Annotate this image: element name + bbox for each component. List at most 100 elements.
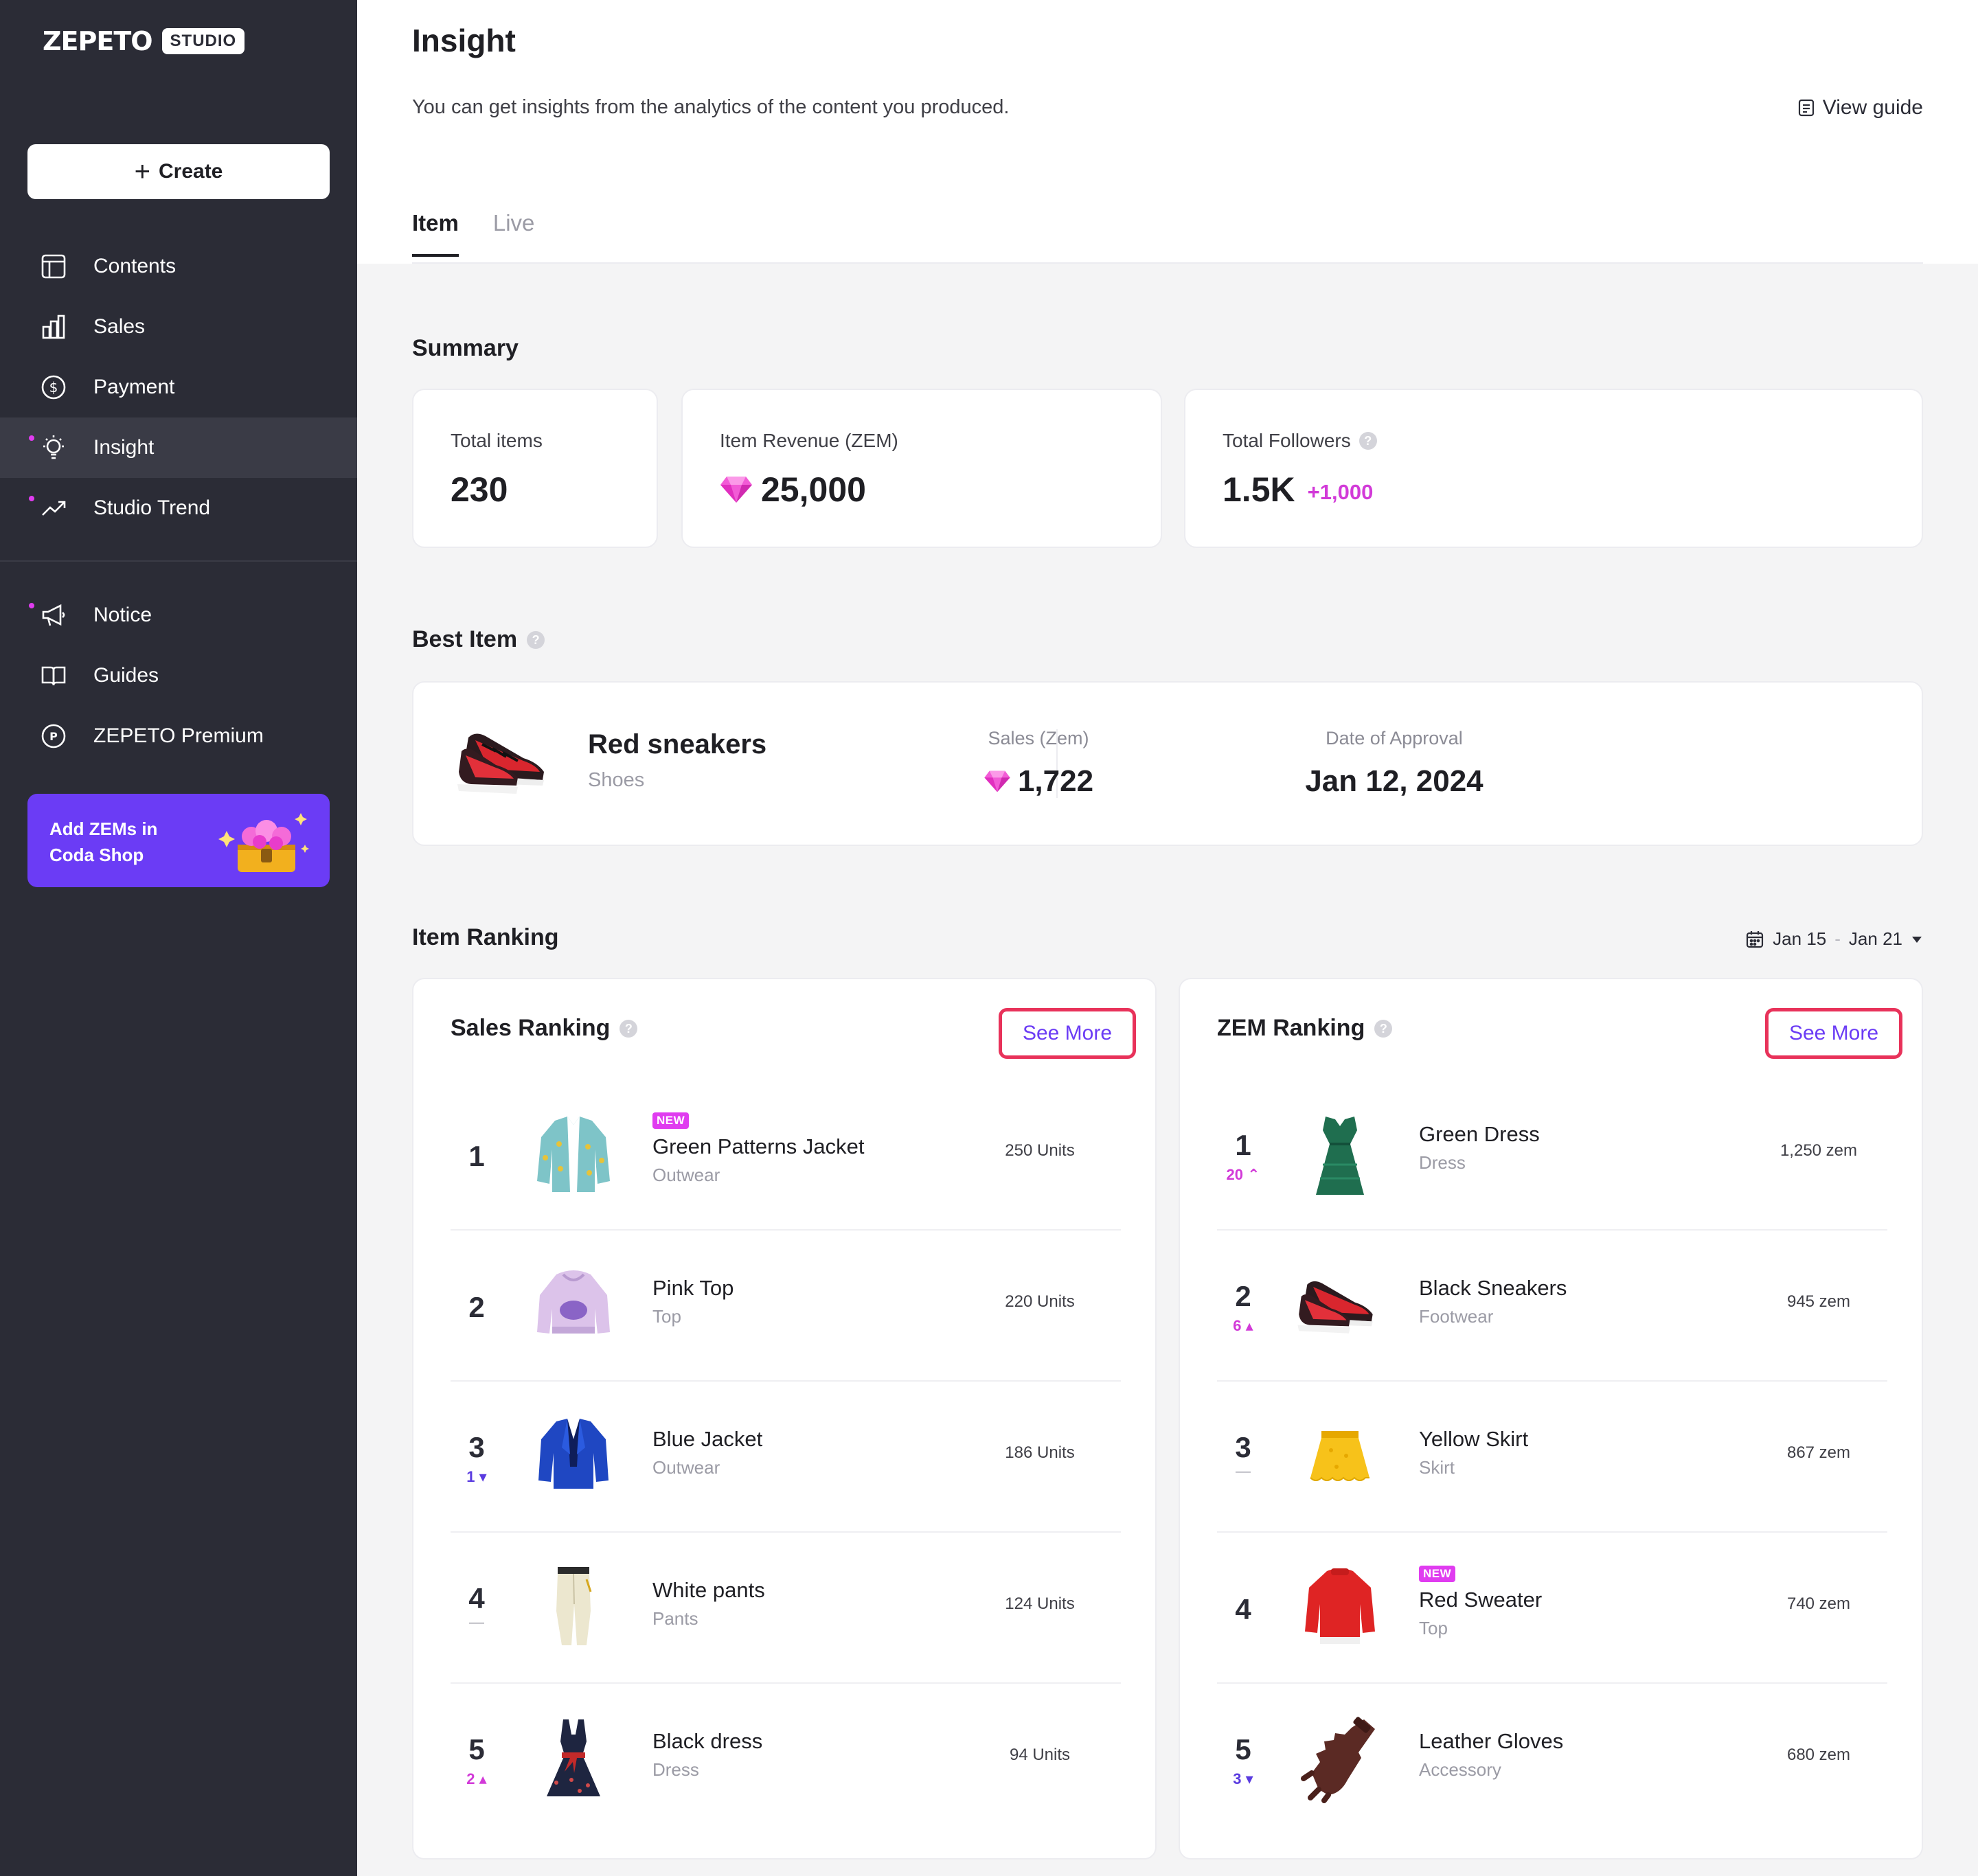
item-zem: 945 zem [1786, 1292, 1851, 1311]
black-dress-thumbnail [547, 1719, 600, 1796]
table-row[interactable]: 2 6 ▴ Black Sneakers Footwear 945 zem [1217, 1231, 1887, 1382]
new-badge: NEW [652, 1112, 690, 1129]
rank-number: 4 [468, 1582, 485, 1614]
sidebar-item-label: Guides [93, 664, 159, 687]
table-row[interactable]: 1 20 ⌃ Green Dress Dress 1,250 zem [1217, 1079, 1887, 1231]
sidebar-item-label: Contents [93, 255, 177, 277]
sales-see-more-button[interactable]: See More [999, 1008, 1136, 1059]
rank-number: 3 [1235, 1431, 1251, 1463]
book-icon [41, 666, 66, 686]
total-items-value: 230 [451, 470, 508, 509]
approval-date-value: Jan 12, 2024 [1305, 764, 1484, 798]
zem-see-more-button[interactable]: See More [1765, 1008, 1902, 1059]
table-row[interactable]: 1 NEW Green Patterns Jacket Outwear 250 … [451, 1079, 1121, 1231]
help-icon[interactable]: ? [619, 1019, 638, 1038]
best-item-name: Red sneakers [588, 729, 767, 759]
tab-live[interactable]: Live [493, 210, 535, 257]
sidebar-item-payment[interactable]: $ Payment [0, 357, 357, 417]
best-item-card[interactable]: Red sneakers Shoes Sales (Zem) 1,722 Dat… [412, 681, 1923, 846]
sidebar-item-label: Insight [93, 436, 155, 459]
sidebar-item-label: Studio Trend [93, 496, 211, 519]
black-sneakers-thumbnail [1297, 1281, 1373, 1334]
sales-zem-label: Sales (Zem) [988, 728, 1089, 748]
sidebar-item-premium[interactable]: P ZEPETO Premium [0, 706, 357, 766]
sidebar-item-sales[interactable]: Sales [0, 297, 357, 357]
trend-icon [42, 501, 66, 516]
sidebar-item-studio-trend[interactable]: Studio Trend [0, 478, 357, 538]
rank-change-same: — [469, 1614, 484, 1631]
item-units: 94 Units [1009, 1746, 1071, 1764]
sidebar-item-insight[interactable]: Insight [0, 417, 357, 478]
date-separator: - [1834, 928, 1841, 949]
table-row[interactable]: 4 NEW Red Sweater Top 740 zem [1217, 1533, 1887, 1684]
item-name: Yellow Skirt [1419, 1427, 1529, 1451]
red-sneakers-thumbnail [457, 733, 544, 794]
tab-item[interactable]: Item [412, 210, 459, 257]
blue-jacket-thumbnail [538, 1419, 609, 1489]
item-name: Pink Top [652, 1276, 734, 1300]
table-row[interactable]: 5 3 ▾ Leather Gloves Accessory 680 zem [1217, 1684, 1887, 1835]
sidebar-item-contents[interactable]: Contents [0, 236, 357, 297]
logo-badge: STUDIO [161, 28, 245, 54]
rank-number: 5 [1235, 1733, 1251, 1765]
approval-date-label: Date of Approval [1326, 728, 1463, 748]
item-zem: 867 zem [1786, 1443, 1851, 1462]
plus-icon: + [134, 157, 150, 187]
table-row[interactable]: 4 — White pants Pants 124 Units [451, 1533, 1121, 1684]
total-followers-value: 1.5K [1223, 470, 1295, 509]
sidebar-item-notice[interactable]: Notice [0, 585, 357, 645]
sidebar-item-guides[interactable]: Guides [0, 645, 357, 706]
item-name: Red Sweater [1419, 1588, 1543, 1612]
table-row[interactable]: 2 Pink Top Top 220 Units [451, 1231, 1121, 1382]
create-button-label: Create [158, 160, 223, 183]
sidebar-item-label: Payment [93, 376, 175, 398]
notification-dot [29, 496, 34, 501]
view-guide-link[interactable]: View guide [1797, 96, 1923, 119]
best-item-sales: Sales (Zem) 1,722 [901, 728, 1176, 799]
rank-number: 3 [468, 1431, 485, 1463]
tab-divider [412, 262, 1923, 264]
create-button[interactable]: + Create [27, 144, 330, 199]
logo-wordmark: ZEPETO [43, 26, 153, 56]
help-icon[interactable]: ? [1374, 1019, 1393, 1038]
item-units: 250 Units [1005, 1141, 1075, 1160]
rank-change-up: 6 ▴ [1233, 1317, 1253, 1334]
table-row[interactable]: 3 1 ▾ Blue Jacket Outwear 186 Units [451, 1382, 1121, 1533]
item-units: 124 Units [1005, 1594, 1075, 1613]
item-name: Leather Gloves [1419, 1729, 1564, 1753]
sales-ranking-title-text: Sales Ranking [451, 1015, 611, 1041]
new-badge: NEW [1419, 1566, 1456, 1582]
item-category: Top [652, 1306, 681, 1327]
followers-delta: +1,000 [1307, 480, 1374, 504]
pink-top-thumbnail [537, 1270, 610, 1334]
rank-number: 2 [468, 1291, 485, 1323]
megaphone-icon [42, 604, 65, 626]
date-start: Jan 15 [1773, 928, 1827, 949]
rank-change-up: 20 ⌃ [1226, 1166, 1260, 1183]
coda-shop-promo-banner[interactable]: Add ZEMs in Coda Shop [27, 794, 330, 887]
help-icon[interactable]: ? [1359, 432, 1377, 450]
item-category: Outwear [652, 1165, 720, 1185]
best-item-title-text: Best Item [412, 626, 518, 652]
total-followers-card: Total Followers ? 1.5K +1,000 [1184, 389, 1923, 548]
item-name: Blue Jacket [652, 1427, 763, 1451]
item-category: Top [1419, 1618, 1448, 1638]
table-row[interactable]: 5 2 ▴ Black dress Dress 94 Units [451, 1684, 1121, 1835]
caret-down-icon [1912, 936, 1922, 943]
best-item-approval: Date of Approval Jan 12, 2024 [1257, 728, 1532, 799]
zepeto-studio-logo[interactable]: ZEPETO STUDIO [43, 26, 245, 56]
total-followers-label: Total Followers [1223, 430, 1351, 451]
help-icon[interactable]: ? [527, 630, 545, 649]
item-name: Green Dress [1419, 1122, 1540, 1146]
item-name: Black dress [652, 1729, 763, 1753]
item-category: Footwear [1419, 1306, 1494, 1327]
page-title: Insight [412, 23, 516, 58]
total-items-card: Total items 230 [412, 389, 658, 548]
page-description: You can get insights from the analytics … [412, 96, 1010, 118]
table-row[interactable]: 3 — Yellow Skirt Skirt 867 zem [1217, 1382, 1887, 1533]
view-guide-label: View guide [1822, 96, 1923, 119]
green-dress-thumbnail [1316, 1117, 1364, 1195]
lightbulb-icon [43, 435, 64, 459]
rank-change-same: — [1236, 1463, 1251, 1480]
date-range-picker[interactable]: Jan 15 - Jan 21 [1745, 928, 1923, 950]
